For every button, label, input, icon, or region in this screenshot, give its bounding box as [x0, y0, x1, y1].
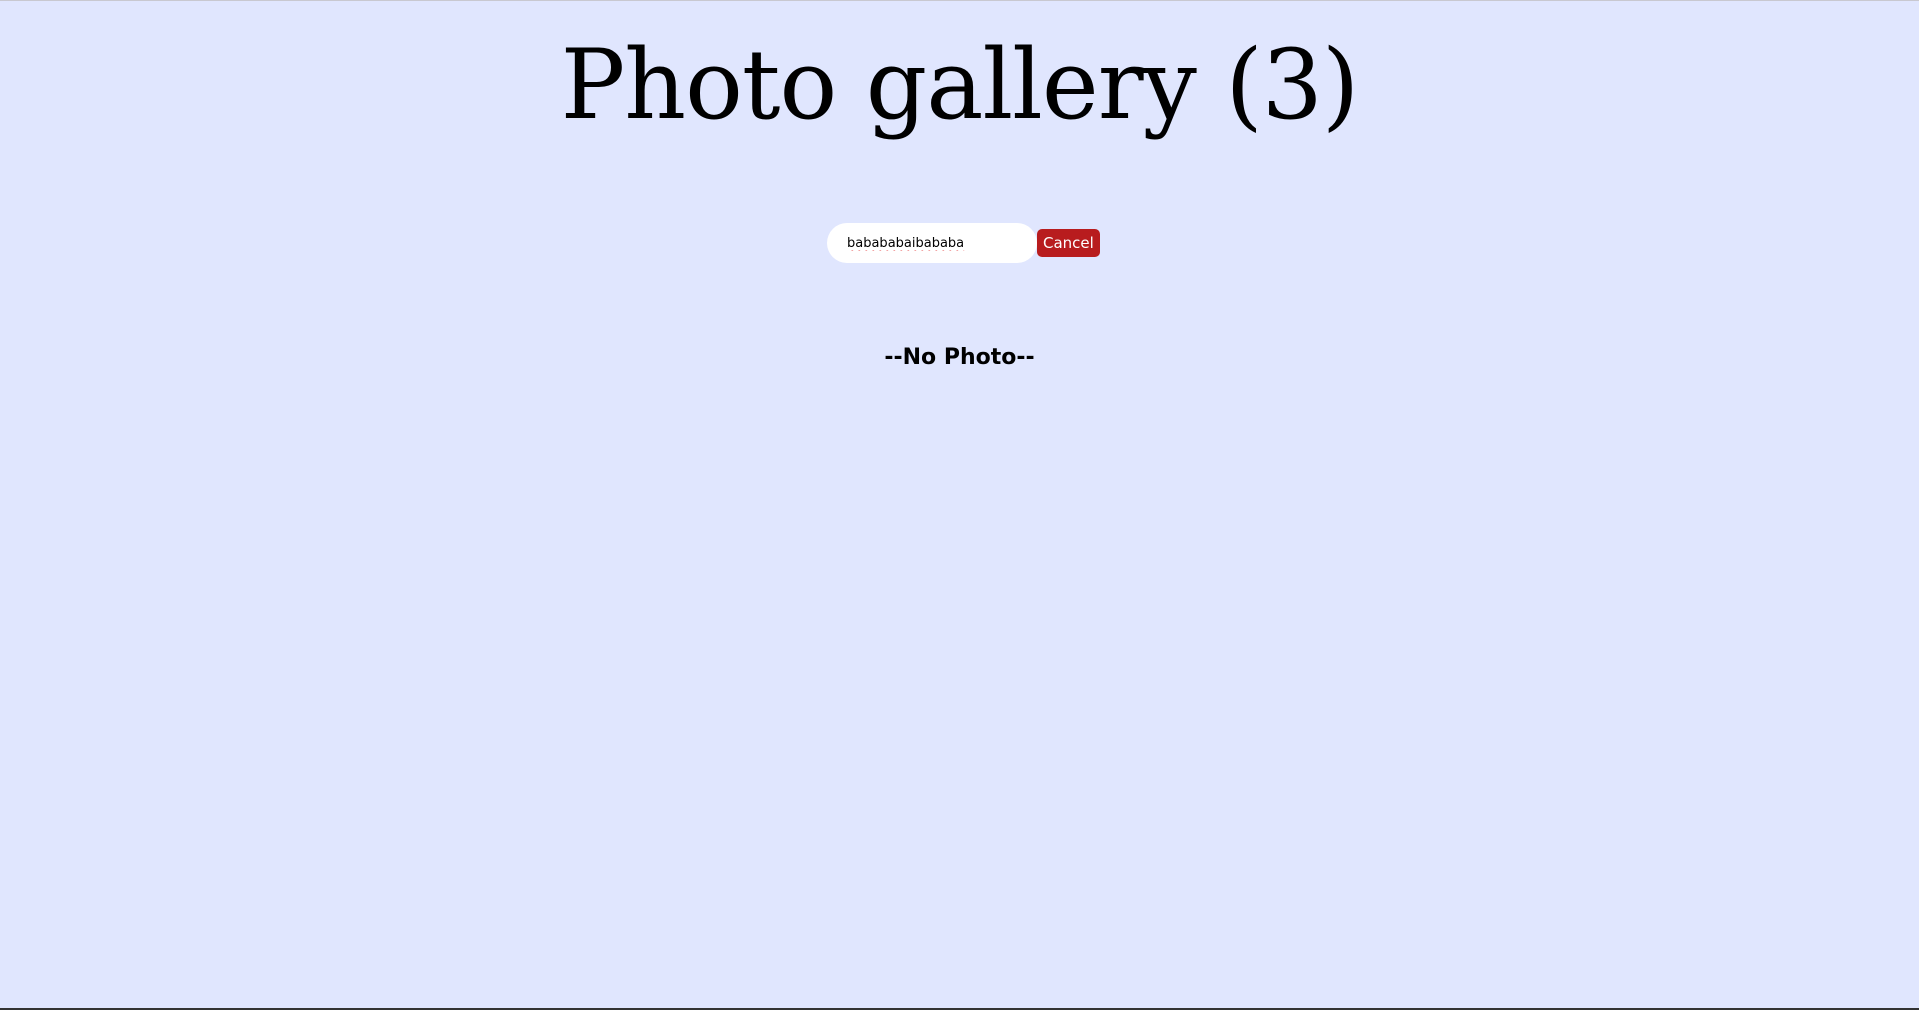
no-photo-message: --No Photo-- [884, 345, 1035, 370]
cancel-button[interactable]: Cancel [1037, 229, 1100, 257]
search-bar: Cancel [827, 223, 1100, 263]
page-title: Photo gallery (3) [560, 29, 1360, 141]
search-input[interactable] [827, 223, 1037, 263]
